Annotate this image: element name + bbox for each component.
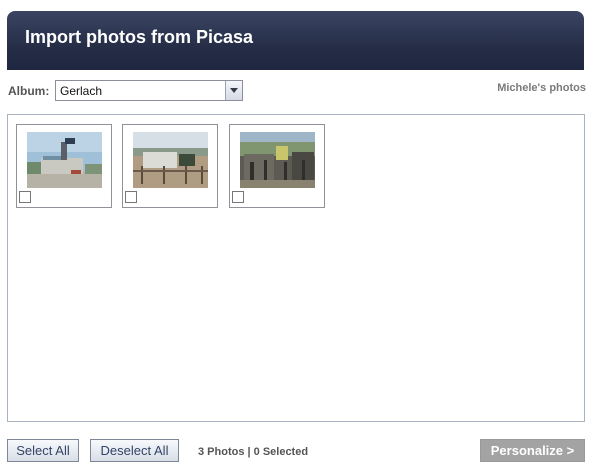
photo-card[interactable]: [16, 124, 112, 208]
photo-card[interactable]: [122, 124, 218, 208]
photo-card[interactable]: [229, 124, 325, 208]
photo-checkbox[interactable]: [232, 191, 244, 203]
album-owner: Michele's photos: [497, 82, 586, 94]
dialog-header: Import photos from Picasa: [7, 11, 584, 70]
photo-checkbox[interactable]: [19, 191, 31, 203]
select-all-button[interactable]: Select All: [7, 439, 79, 462]
personalize-button[interactable]: Personalize >: [480, 439, 585, 462]
album-dropdown-button[interactable]: [225, 81, 242, 100]
photo-checkbox[interactable]: [125, 191, 137, 203]
selection-status: 3 Photos | 0 Selected: [198, 446, 309, 458]
album-label: Album:: [8, 84, 50, 98]
photo-thumbnail[interactable]: [133, 132, 208, 188]
dialog-title: Import photos from Picasa: [25, 27, 254, 47]
deselect-all-button[interactable]: Deselect All: [90, 439, 179, 462]
photo-thumbnail[interactable]: [240, 132, 315, 188]
photo-grid: [7, 114, 585, 422]
album-select[interactable]: Gerlach: [55, 80, 243, 101]
chevron-down-icon: [230, 88, 238, 93]
album-select-value: Gerlach: [60, 84, 103, 98]
photo-thumbnail[interactable]: [27, 132, 102, 188]
